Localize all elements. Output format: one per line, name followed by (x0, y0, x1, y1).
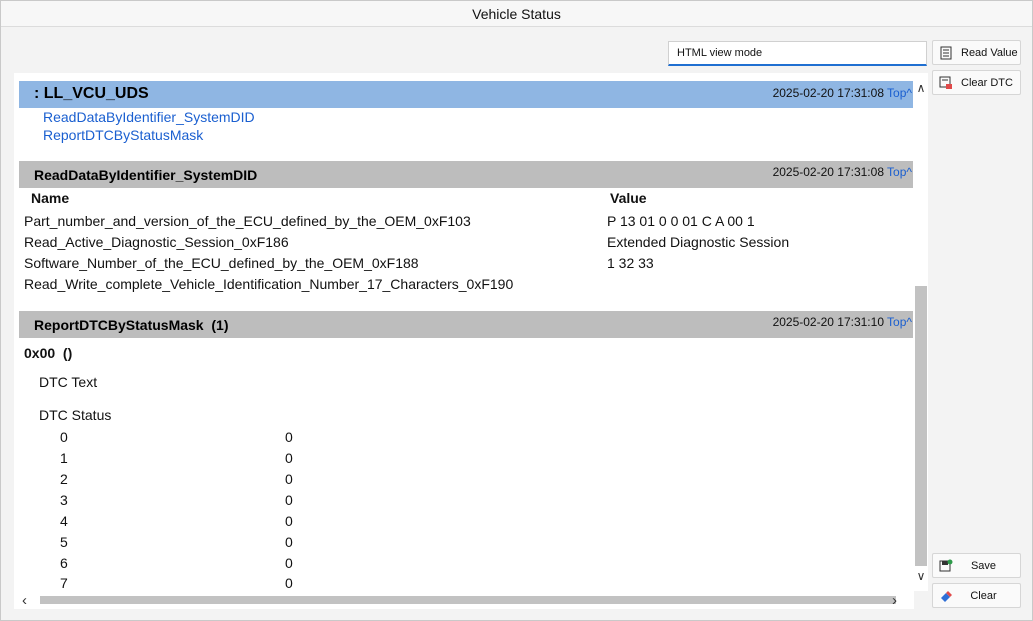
status-bit: 4 (60, 513, 68, 529)
column-header-name: Name (31, 190, 70, 206)
dtc-code: 0x00 () (24, 345, 73, 361)
top-link[interactable]: Top^ (887, 315, 912, 329)
top-link[interactable]: Top^ (887, 86, 912, 100)
save-button[interactable]: Save (932, 553, 1021, 578)
scroll-right-icon[interactable]: › (892, 592, 897, 609)
scroll-down-icon[interactable]: ∨ (914, 569, 928, 583)
clear-dtc-label: Clear DTC (961, 76, 1013, 89)
read-value-button[interactable]: Read Value (932, 40, 1021, 65)
row-value: P 13 01 0 0 01 C A 00 1 (607, 213, 755, 229)
section-header-root: : LL_VCU_UDS 2025-02-20 17:31:08 Top^ (19, 81, 913, 108)
html-view-panel[interactable]: : LL_VCU_UDS 2025-02-20 17:31:08 Top^ Re… (14, 73, 928, 591)
document-list-icon (939, 46, 953, 60)
scroll-left-icon[interactable]: ‹ (22, 592, 27, 609)
section-title: : LL_VCU_UDS (34, 85, 149, 102)
timestamp: 2025-02-20 17:31:08 (772, 165, 884, 179)
section-title: ReportDTCByStatusMask (1) (34, 317, 229, 333)
status-bit: 7 (60, 575, 68, 591)
vertical-scroll-thumb[interactable] (915, 286, 927, 566)
window-title: Vehicle Status (1, 1, 1032, 27)
status-value: 0 (285, 429, 293, 445)
status-bit: 5 (60, 534, 68, 550)
status-value: 0 (285, 492, 293, 508)
timestamp: 2025-02-20 17:31:10 (772, 315, 884, 329)
read-value-label: Read Value (961, 46, 1018, 59)
scroll-up-icon[interactable]: ∧ (914, 81, 928, 95)
horizontal-scrollbar[interactable]: ‹ › (14, 591, 914, 609)
report-content: : LL_VCU_UDS 2025-02-20 17:31:08 Top^ Re… (14, 73, 914, 591)
section-header-dtc: ReportDTCByStatusMask (1) 2025-02-20 17:… (19, 311, 913, 338)
row-name: Read_Write_complete_Vehicle_Identificati… (24, 276, 514, 292)
row-name: Software_Number_of_the_ECU_defined_by_th… (24, 255, 419, 271)
status-bit: 6 (60, 555, 68, 571)
eraser-icon (939, 589, 953, 603)
dtc-status-label: DTC Status (39, 407, 112, 423)
vertical-scrollbar[interactable]: ∧ ∨ (914, 73, 928, 591)
row-name: Part_number_and_version_of_the_ECU_defin… (24, 213, 471, 229)
section-title: ReadDataByIdentifier_SystemDID (34, 167, 258, 183)
status-value: 0 (285, 471, 293, 487)
dtc-text-label: DTC Text (39, 374, 98, 390)
status-value: 0 (285, 513, 293, 529)
timestamp: 2025-02-20 17:31:08 (772, 86, 884, 100)
status-bit: 1 (60, 450, 68, 466)
vehicle-status-window: Vehicle Status HTML view mode Read Value… (0, 0, 1033, 621)
clear-dtc-icon (939, 76, 953, 90)
status-value: 0 (285, 575, 293, 591)
top-link[interactable]: Top^ (887, 165, 912, 179)
status-value: 0 (285, 450, 293, 466)
view-mode-select[interactable]: HTML view mode (668, 41, 927, 66)
clear-button[interactable]: Clear (932, 583, 1021, 608)
status-value: 0 (285, 555, 293, 571)
save-icon (939, 559, 953, 573)
nav-link-report-dtc[interactable]: ReportDTCByStatusMask (43, 127, 203, 143)
clear-label: Clear (970, 589, 997, 602)
status-bit: 0 (60, 429, 68, 445)
row-value: 1 32 33 (607, 255, 654, 271)
row-value: Extended Diagnostic Session (607, 234, 790, 250)
row-name: Read_Active_Diagnostic_Session_0xF186 (24, 234, 289, 250)
status-value: 0 (285, 534, 293, 550)
save-label: Save (970, 559, 997, 572)
nav-link-read-data[interactable]: ReadDataByIdentifier_SystemDID (43, 109, 255, 125)
section-header-read-data: ReadDataByIdentifier_SystemDID 2025-02-2… (19, 161, 913, 188)
horizontal-scroll-thumb[interactable] (40, 596, 896, 604)
clear-dtc-button[interactable]: Clear DTC (932, 70, 1021, 95)
status-bit: 2 (60, 471, 68, 487)
status-bit: 3 (60, 492, 68, 508)
column-header-value: Value (610, 190, 647, 206)
